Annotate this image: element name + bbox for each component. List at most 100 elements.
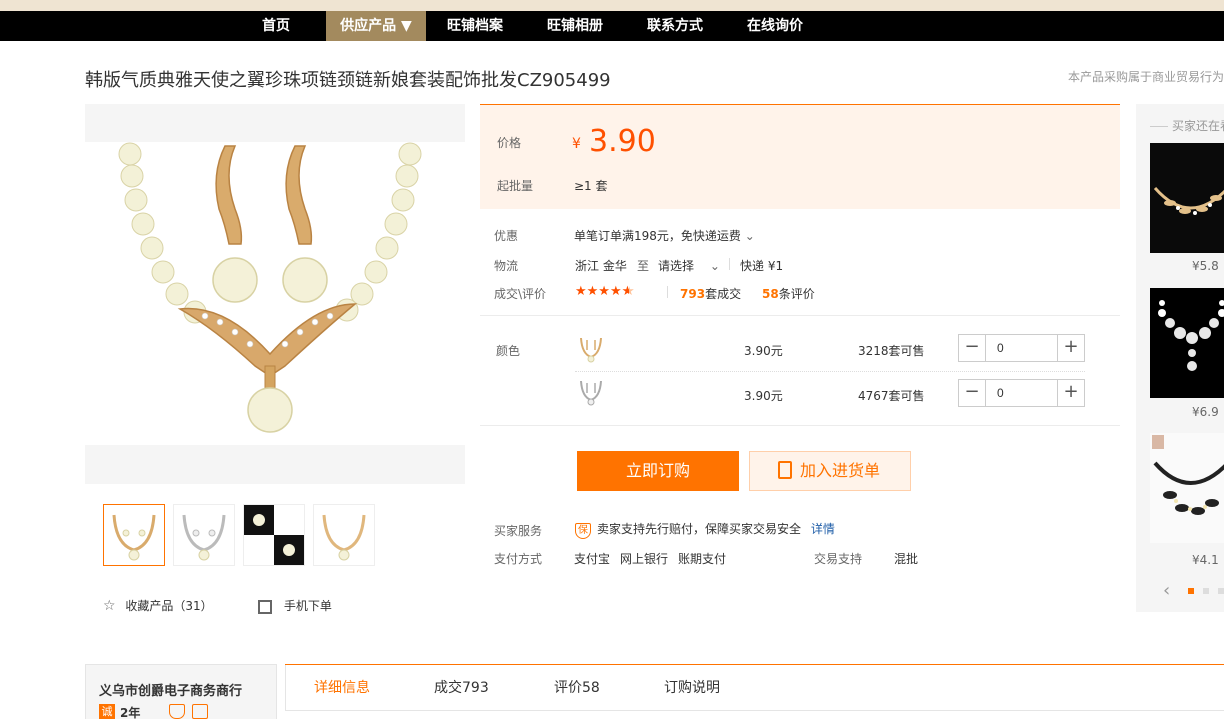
add-to-cart-button[interactable]: 加入进货单 [749, 451, 911, 491]
divider [667, 286, 668, 298]
divider [729, 258, 730, 270]
clipboard-icon [778, 460, 792, 479]
price-value: 3.90 [589, 124, 656, 159]
payment-online-bank: 网上银行 [620, 552, 669, 566]
top-strip [0, 0, 1224, 11]
thumbnail-4[interactable] [313, 504, 375, 566]
service-guarantee: 保卖家支持先行赔付，保障买家交易安全 详情 [575, 520, 835, 539]
sku-2-stock: 4767套可售 [858, 389, 925, 403]
carousel-dot[interactable] [1203, 588, 1209, 594]
tab-order-notes[interactable]: 订购说明 [664, 677, 720, 697]
payment-label: 支付方式 [494, 552, 543, 566]
trade-support-label: 交易支持 [814, 552, 863, 566]
deal-count-unit: 套成交 [705, 287, 742, 301]
promo-text: 单笔订单满198元，免快递运费 [574, 229, 741, 243]
also-viewed-price-3: ¥4.1 [1192, 553, 1219, 567]
decrement-button[interactable]: − [959, 335, 986, 361]
nav-contact[interactable]: 联系方式 [630, 11, 720, 41]
nav-inquiry[interactable]: 在线询价 [730, 11, 820, 41]
shop-name[interactable]: 义乌市创爵电子商务商行 [99, 680, 242, 699]
decrement-button[interactable]: − [959, 380, 986, 406]
also-viewed-price-2: ¥6.9 [1192, 405, 1219, 419]
increment-button[interactable]: + [1057, 380, 1084, 406]
nav-album[interactable]: 旺铺相册 [530, 11, 620, 41]
also-viewed-title: 买家还在看 [1150, 117, 1224, 134]
detail-tabs [285, 665, 1224, 711]
also-viewed-item-3[interactable] [1150, 433, 1224, 543]
color-label: 颜色 [496, 344, 521, 358]
carousel-prev-icon[interactable]: ‹ [1163, 580, 1170, 601]
pearl-jewelry-image [85, 142, 465, 445]
product-title: 韩版气质典雅天使之翼珍珠项链颈链新娘套装配饰批发CZ905499 [85, 70, 611, 91]
shop-years: 2年 [120, 706, 141, 719]
gold-set-sku-icon [580, 337, 602, 363]
also-viewed-item-2[interactable] [1150, 288, 1224, 398]
gold-set-thumb-icon [112, 514, 156, 561]
logistics-label: 物流 [494, 259, 519, 273]
review-count-unit: 条评价 [778, 287, 815, 301]
add-to-cart-label: 加入进货单 [800, 461, 881, 480]
tab-details[interactable]: 详细信息 [314, 677, 370, 697]
crystal-necklace-image [1150, 288, 1224, 398]
quantity-input[interactable] [987, 335, 1057, 361]
chevron-down-icon: ⌄ [709, 259, 720, 273]
deal-count[interactable]: 793套成交 [680, 285, 741, 302]
nav-products[interactable]: 供应产品 ▼ [326, 11, 426, 41]
review-count[interactable]: 58条评价 [762, 285, 815, 302]
service-label: 买家服务 [494, 524, 543, 538]
chevron-down-icon: ⌄ [744, 229, 755, 243]
sku-2-price: 3.90元 [744, 389, 783, 403]
thumbnail-2[interactable] [173, 504, 235, 566]
logistics-to-word: 至 [637, 259, 650, 273]
logistics-from: 浙江 金华 [575, 259, 627, 273]
deal-count-number: 793 [680, 287, 706, 301]
sku-silver-thumb[interactable] [576, 377, 606, 407]
moq-value: ≥1 套 [574, 179, 608, 193]
promo-label: 优惠 [494, 229, 519, 243]
black-flower-necklace-image [1150, 433, 1224, 543]
silver-set-thumb-icon [182, 514, 226, 561]
also-viewed-item-1[interactable] [1150, 143, 1224, 253]
section-divider [480, 425, 1120, 426]
service-detail-link[interactable]: 详情 [811, 522, 835, 536]
promo-value[interactable]: 单笔订单满198元，免快递运费 ⌄ [574, 227, 755, 244]
trade-note: 本产品采购属于商业贸易行为 [1068, 70, 1224, 84]
main-product-image[interactable] [85, 104, 465, 484]
deals-label: 成交\评价 [494, 287, 547, 301]
tab-reviews[interactable]: 评价58 [554, 677, 600, 697]
trade-support-value: 混批 [894, 552, 919, 566]
destination-select-label: 请选择 [658, 259, 695, 273]
verified-badge-icon [192, 704, 208, 719]
row-divider [575, 371, 1085, 372]
guarantee-badge-icon [169, 704, 185, 719]
sku-1-price: 3.90元 [744, 344, 783, 358]
mobile-order[interactable]: 手机下单 [258, 597, 332, 614]
favorite-label: 收藏产品（31） [125, 599, 213, 613]
review-count-number: 58 [762, 287, 779, 301]
logistics-destination-select[interactable]: 请选择 ⌄ [658, 257, 720, 274]
tab-transactions[interactable]: 成交793 [434, 677, 489, 697]
integrity-badge-icon: 诚 [99, 704, 115, 719]
mobile-label: 手机下单 [283, 599, 332, 613]
nav-profile[interactable]: 旺铺档案 [430, 11, 520, 41]
section-divider [480, 315, 1120, 316]
sku-gold-thumb[interactable] [576, 334, 606, 364]
gold-set-alt-thumb-icon [322, 514, 366, 561]
sku-1-quantity-stepper: − + [958, 334, 1085, 362]
carousel-dot[interactable] [1218, 588, 1224, 594]
shield-badge-icon: 保 [575, 523, 591, 539]
payment-alipay: 支付宝 [574, 552, 611, 566]
silver-set-sku-icon [580, 380, 602, 406]
star-outline-icon: ☆ [103, 598, 116, 614]
nav-home[interactable]: 首页 [240, 11, 312, 41]
favorite-product[interactable]: ☆ 收藏产品（31） [103, 597, 213, 614]
thumbnail-1[interactable] [103, 504, 165, 566]
service-text: 卖家支持先行赔付，保障买家交易安全 [597, 522, 802, 536]
carousel-dot-active[interactable] [1188, 588, 1194, 594]
quantity-input[interactable] [987, 380, 1057, 406]
price-label: 价格 [497, 136, 522, 150]
buy-now-button[interactable]: 立即订购 [577, 451, 739, 491]
thumbnail-3[interactable] [243, 504, 305, 566]
express-fee: 快递 ¥1 [740, 259, 784, 273]
increment-button[interactable]: + [1057, 335, 1084, 361]
